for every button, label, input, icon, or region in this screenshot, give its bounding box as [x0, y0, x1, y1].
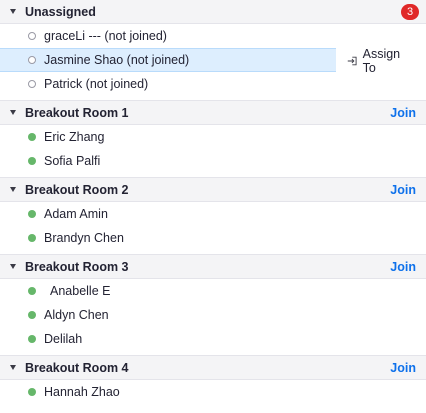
caret-down-icon[interactable] — [10, 110, 16, 115]
joined-status-icon — [28, 210, 36, 218]
participant-row[interactable]: Aldyn Chen — [0, 303, 426, 327]
unassigned-count-badge: 3 — [401, 4, 419, 20]
caret-down-icon[interactable] — [10, 9, 16, 14]
participant-name: Aldyn Chen — [44, 308, 109, 322]
participant-name: Anabelle E — [50, 284, 111, 298]
caret-down-icon[interactable] — [10, 264, 16, 269]
participant-row[interactable]: Delilah — [0, 327, 426, 351]
participant-row-selected[interactable]: Jasmine Shao (not joined) Assign To — [0, 47, 400, 75]
room-title: Breakout Room 3 — [25, 259, 129, 274]
not-joined-status-icon — [28, 80, 36, 88]
participant-row[interactable]: Anabelle E — [0, 279, 426, 303]
room-title: Breakout Room 2 — [25, 182, 129, 197]
caret-down-icon[interactable] — [10, 365, 16, 370]
participant-row[interactable]: Brandyn Chen — [0, 226, 426, 250]
group-header-room-2[interactable]: Breakout Room 2 Join — [0, 177, 426, 202]
participant-name: Hannah Zhao — [44, 385, 120, 399]
participant-name: graceLi --- (not joined) — [44, 29, 167, 43]
room-title: Breakout Room 4 — [25, 360, 129, 375]
participant-row[interactable]: Hannah Zhao — [0, 380, 426, 404]
participant-name: Delilah — [44, 332, 83, 346]
breakout-rooms-panel: Unassigned 3 graceLi --- (not joined) Ja… — [0, 0, 426, 413]
assign-arrow-icon — [347, 56, 357, 66]
joined-status-icon — [28, 287, 36, 295]
join-room-1-button[interactable]: Join — [390, 106, 416, 120]
joined-status-icon — [28, 388, 36, 396]
joined-status-icon — [28, 133, 36, 141]
join-room-3-button[interactable]: Join — [390, 260, 416, 274]
joined-status-icon — [28, 335, 36, 343]
join-room-2-button[interactable]: Join — [390, 183, 416, 197]
room-title: Breakout Room 1 — [25, 105, 129, 120]
not-joined-status-icon — [28, 32, 36, 40]
group-header-room-4[interactable]: Breakout Room 4 Join — [0, 355, 426, 380]
participant-row[interactable]: Sofia Palfi — [0, 149, 426, 173]
participant-row[interactable]: Eric Zhang — [0, 125, 426, 149]
caret-down-icon[interactable] — [10, 187, 16, 192]
participant-row[interactable]: graceLi --- (not joined) — [0, 24, 426, 48]
participant-row[interactable]: Patrick (not joined) — [0, 72, 426, 96]
join-room-4-button[interactable]: Join — [390, 361, 416, 375]
joined-status-icon — [28, 234, 36, 242]
participant-name: Jasmine Shao (not joined) — [44, 53, 190, 67]
not-joined-status-icon — [28, 56, 36, 64]
joined-status-icon — [28, 157, 36, 165]
group-header-unassigned[interactable]: Unassigned 3 — [0, 0, 426, 24]
group-title: Unassigned — [25, 4, 96, 19]
group-header-room-1[interactable]: Breakout Room 1 Join — [0, 100, 426, 125]
assign-to-label: Assign To — [362, 47, 401, 75]
group-header-room-3[interactable]: Breakout Room 3 Join — [0, 254, 426, 279]
participant-name: Adam Amin — [44, 207, 108, 221]
participant-name: Sofia Palfi — [44, 154, 101, 168]
assign-to-button[interactable]: Assign To — [347, 47, 404, 75]
participant-name: Patrick (not joined) — [44, 77, 149, 91]
participant-name: Brandyn Chen — [44, 231, 124, 245]
joined-status-icon — [28, 311, 36, 319]
participant-name: Eric Zhang — [44, 130, 105, 144]
participant-row[interactable]: Adam Amin — [0, 202, 426, 226]
